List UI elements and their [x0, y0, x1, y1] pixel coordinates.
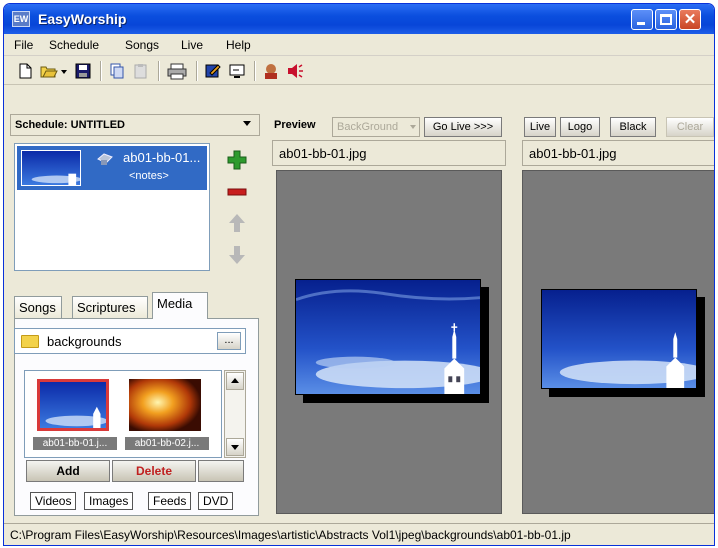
tab-scriptures[interactable]: Scriptures [72, 296, 148, 318]
schedule-item-notes: <notes> [129, 170, 169, 182]
media-scrollbar[interactable] [224, 370, 246, 458]
live-button[interactable]: Live [524, 117, 556, 137]
app-window: EW EasyWorship ✕ File Schedule Songs Liv… [3, 3, 715, 546]
menu-schedule[interactable]: Schedule [49, 38, 99, 52]
save-icon[interactable] [74, 62, 92, 80]
toolbar-separator [158, 61, 160, 81]
speaker-icon[interactable] [286, 62, 304, 80]
monitor-icon[interactable] [228, 62, 246, 80]
live-filename: ab01-bb-01.jpg [522, 140, 714, 166]
delete-button[interactable]: Delete [112, 460, 196, 482]
move-up-icon[interactable] [226, 212, 248, 234]
preview-label: Preview [274, 119, 316, 131]
black-button[interactable]: Black [610, 117, 656, 137]
go-live-button[interactable]: Go Live >>> [424, 117, 502, 137]
tab-videos[interactable]: Videos [30, 492, 77, 510]
preview-image [295, 279, 481, 395]
add-button[interactable]: Add [26, 460, 110, 482]
remove-icon[interactable] [226, 181, 248, 203]
menu-live[interactable]: Live [181, 38, 203, 52]
open-icon[interactable] [40, 62, 58, 80]
chevron-up-icon [231, 378, 239, 383]
media-item[interactable]: ab01-bb-02.j... [125, 375, 209, 455]
live-image [541, 289, 697, 389]
toolbar-separator [196, 61, 198, 81]
logo-button[interactable]: Logo [560, 117, 600, 137]
media-image-grid[interactable]: ab01-bb-01.j... ab01-bb-02.j... [24, 370, 222, 458]
menu-help[interactable]: Help [226, 38, 251, 52]
title-bar[interactable]: EW EasyWorship ✕ [4, 4, 714, 34]
schedule-dropdown[interactable]: Schedule: UNTITLED [10, 114, 260, 136]
status-bar: C:\Program Files\EasyWorship\Resources\I… [4, 523, 714, 545]
window-title: EasyWorship [38, 11, 127, 27]
schedule-item-thumbnail [21, 150, 81, 186]
preview-pane[interactable] [276, 170, 502, 514]
schedule-list[interactable]: ab01-bb-01... <notes> [14, 143, 210, 271]
add-icon[interactable] [226, 149, 248, 171]
user-icon[interactable] [262, 62, 280, 80]
media-thumbnail [37, 379, 109, 431]
slide-type-icon [97, 152, 113, 166]
minimize-icon [637, 22, 645, 25]
media-item-label: ab01-bb-01.j... [33, 437, 117, 450]
folder-name: backgrounds [47, 334, 122, 349]
media-thumbnail [129, 379, 201, 431]
tab-images[interactable]: Images [84, 492, 134, 510]
tab-media[interactable]: Media [152, 292, 208, 319]
folder-select[interactable]: backgrounds ... [14, 328, 246, 354]
print-icon[interactable] [166, 62, 188, 80]
move-down-icon[interactable] [226, 244, 248, 266]
menu-bar: File Schedule Songs Live Help [4, 34, 714, 56]
schedule-item-title: ab01-bb-01... [123, 150, 201, 165]
tab-feeds[interactable]: Feeds [148, 492, 192, 510]
dropdown-arrow-icon[interactable] [60, 62, 68, 80]
scroll-up-button[interactable] [226, 372, 244, 390]
file-path: C:\Program Files\EasyWorship\Resources\I… [10, 528, 571, 542]
minimize-button[interactable] [631, 9, 653, 30]
toolbar-separator [254, 61, 256, 81]
close-icon: ✕ [683, 11, 697, 28]
tab-dvd[interactable]: DVD [198, 492, 234, 510]
clear-button[interactable]: Clear [666, 117, 714, 137]
preview-filename: ab01-bb-01.jpg [272, 140, 506, 166]
toolbar-separator [100, 61, 102, 81]
schedule-label: Schedule: UNTITLED [15, 119, 126, 131]
chevron-down-icon [243, 121, 251, 126]
maximize-button[interactable] [655, 9, 677, 30]
edit-icon[interactable] [204, 62, 222, 80]
new-icon[interactable] [16, 62, 34, 80]
preview-controls: Preview BackGround Go Live >>> [272, 114, 506, 140]
close-button[interactable]: ✕ [679, 9, 701, 30]
media-item-label: ab01-bb-02.j... [125, 437, 209, 450]
menu-file[interactable]: File [14, 38, 33, 52]
paste-icon[interactable] [132, 62, 150, 80]
schedule-item[interactable]: ab01-bb-01... <notes> [17, 146, 207, 190]
copy-icon[interactable] [108, 62, 126, 80]
toolbar [4, 57, 714, 85]
menu-songs[interactable]: Songs [125, 38, 159, 52]
chevron-down-icon [231, 445, 239, 450]
easyworship-logo-icon: EW [12, 11, 30, 27]
media-item[interactable]: ab01-bb-01.j... [33, 375, 117, 455]
browse-folder-button[interactable]: ... [217, 332, 241, 350]
folder-icon [21, 335, 39, 348]
blank-button [198, 460, 244, 482]
scroll-down-button[interactable] [226, 438, 244, 456]
live-controls: Live Logo Black Clear [524, 114, 714, 140]
maximize-icon [660, 14, 672, 25]
live-pane[interactable] [522, 170, 714, 514]
background-select[interactable]: BackGround [332, 117, 420, 137]
tab-songs[interactable]: Songs [14, 296, 62, 318]
